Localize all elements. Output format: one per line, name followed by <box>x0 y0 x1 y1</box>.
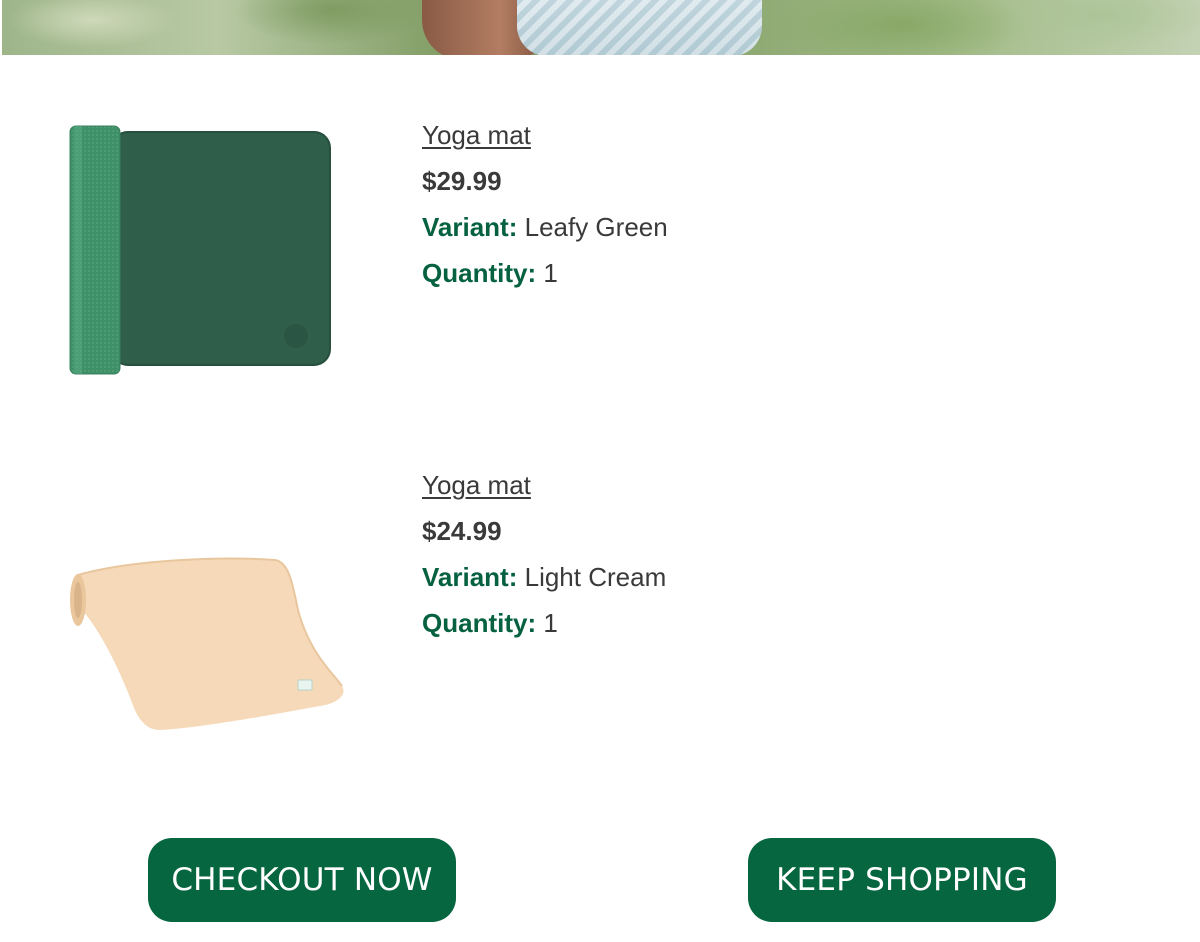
keep-shopping-button[interactable]: KEEP SHOPPING <box>748 838 1056 922</box>
hero-shirt <box>517 0 762 55</box>
variant-value: Light Cream <box>524 562 667 592</box>
product-price: $24.99 <box>422 516 502 546</box>
quantity-label: Quantity: <box>422 258 537 288</box>
cream-yoga-mat-icon <box>70 557 344 730</box>
quantity-label: Quantity: <box>422 608 537 638</box>
product-image[interactable] <box>60 110 360 400</box>
green-yoga-mat-icon <box>69 125 331 375</box>
variant-label: Variant: <box>422 562 518 592</box>
product-name-link[interactable]: Yoga mat <box>422 470 531 500</box>
cart-item: Yoga mat $29.99 Variant: Leafy Green Qua… <box>0 110 1200 410</box>
hero-person-figure <box>422 0 762 55</box>
hero-banner-image <box>2 0 1200 55</box>
variant-value: Leafy Green <box>524 212 668 242</box>
product-image[interactable] <box>60 460 360 750</box>
product-name-link[interactable]: Yoga mat <box>422 120 531 150</box>
cart-item: Yoga mat $24.99 Variant: Light Cream Qua… <box>0 460 1200 760</box>
quantity-value: 1 <box>543 258 558 288</box>
quantity-value: 1 <box>543 608 558 638</box>
product-price: $29.99 <box>422 166 502 196</box>
checkout-now-button[interactable]: CHECKOUT NOW <box>148 838 456 922</box>
variant-label: Variant: <box>422 212 518 242</box>
